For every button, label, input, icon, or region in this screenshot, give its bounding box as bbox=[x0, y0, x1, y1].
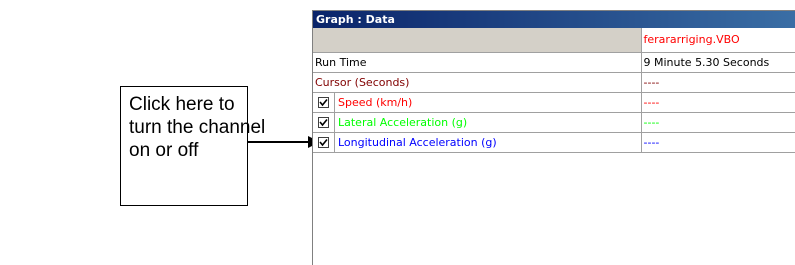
channel-label-cell: Longitudinal Acceleration (g) bbox=[313, 132, 642, 153]
callout-line: on or off bbox=[129, 140, 199, 161]
channel-label: Speed (km/h) bbox=[334, 92, 412, 111]
channel-value: ---- bbox=[641, 72, 795, 93]
channel-label: Run Time bbox=[313, 52, 642, 73]
file-column-header: ferararriging.VBO bbox=[641, 28, 795, 53]
table-row: Run Time 9 Minute 5.30 Seconds bbox=[313, 52, 795, 73]
callout-line: turn the channel bbox=[129, 117, 266, 138]
table-row: Lateral Acceleration (g) ---- bbox=[313, 112, 795, 133]
callout-arrow-icon bbox=[248, 136, 320, 148]
speed-checkbox[interactable] bbox=[318, 96, 329, 108]
table-row: Speed (km/h) ---- bbox=[313, 92, 795, 113]
lateral-acceleration-checkbox[interactable] bbox=[318, 116, 329, 128]
channel-column-header bbox=[313, 28, 642, 53]
panel-title: Graph : Data bbox=[313, 11, 795, 28]
table-header-row: ferararriging.VBO bbox=[313, 28, 795, 53]
channel-value: 9 Minute 5.30 Seconds bbox=[641, 52, 795, 73]
channel-label-cell: Lateral Acceleration (g) bbox=[313, 112, 642, 133]
channel-value: ---- bbox=[641, 92, 795, 113]
channel-label: Lateral Acceleration (g) bbox=[334, 112, 467, 131]
graph-data-panel: Graph : Data ferararriging.VBO Run Time … bbox=[312, 10, 795, 265]
channel-label: Cursor (Seconds) bbox=[313, 72, 642, 93]
checkmark-icon bbox=[319, 118, 328, 126]
checkmark-icon bbox=[319, 138, 328, 146]
data-table: ferararriging.VBO Run Time 9 Minute 5.30… bbox=[313, 28, 795, 153]
table-row: Longitudinal Acceleration (g) ---- bbox=[313, 132, 795, 153]
longitudinal-acceleration-checkbox[interactable] bbox=[318, 136, 329, 148]
checkmark-icon bbox=[319, 98, 328, 106]
callout-box: Click here to turn the channel on or off bbox=[120, 86, 266, 206]
channel-label-cell: Speed (km/h) bbox=[313, 92, 642, 113]
channel-value: ---- bbox=[641, 132, 795, 153]
channel-label: Longitudinal Acceleration (g) bbox=[334, 132, 497, 151]
table-row: Cursor (Seconds) ---- bbox=[313, 72, 795, 93]
channel-value: ---- bbox=[641, 112, 795, 133]
callout-line: Click here to bbox=[129, 94, 235, 115]
